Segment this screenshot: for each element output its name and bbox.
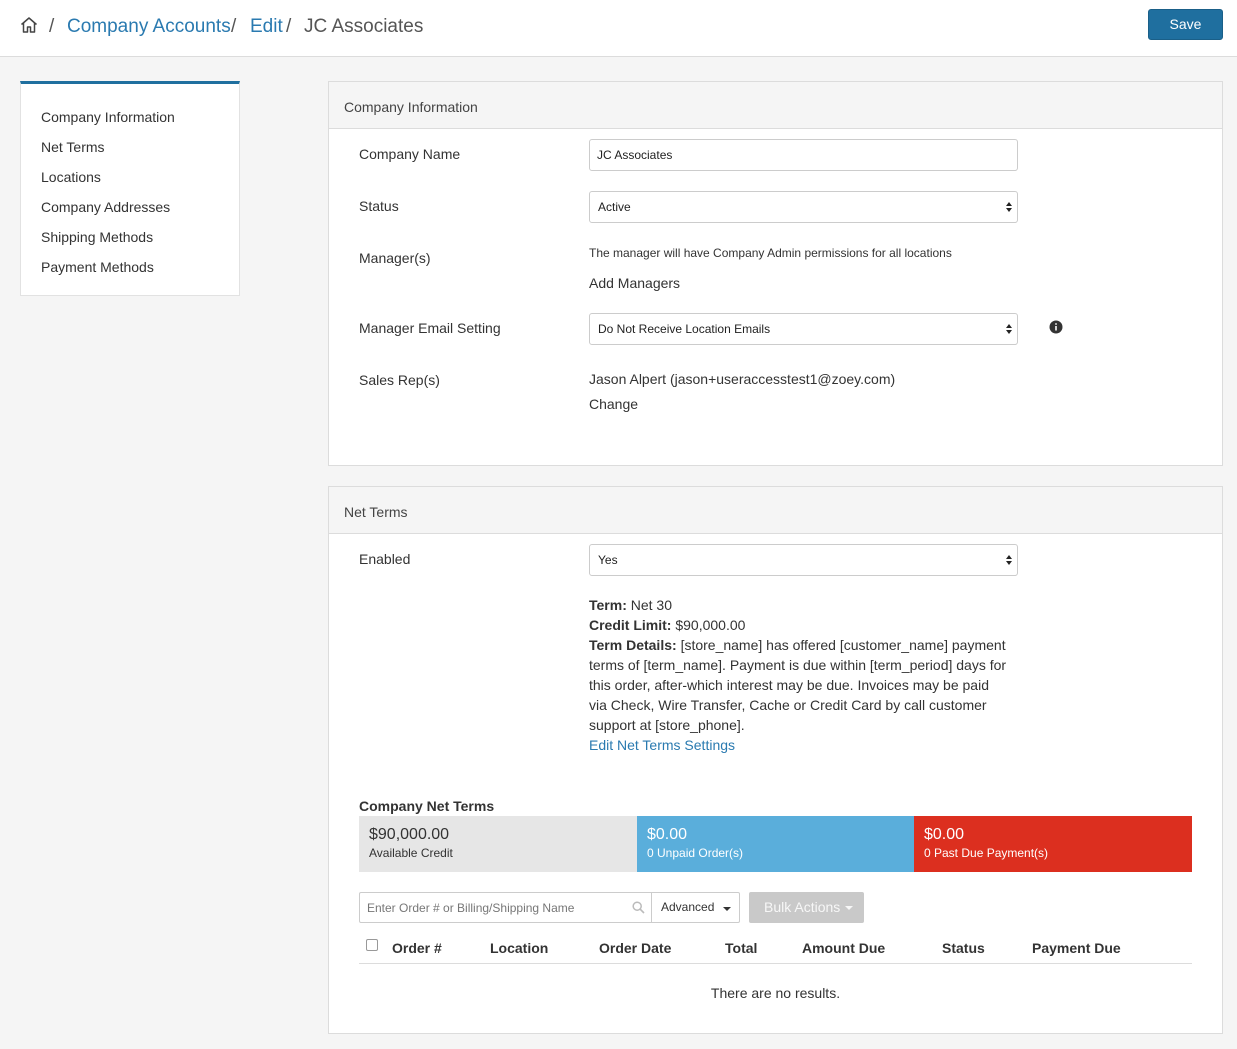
manager-email-select-value: Do Not Receive Location Emails <box>598 322 771 336</box>
edit-net-terms-settings-link[interactable]: Edit Net Terms Settings <box>589 735 1009 755</box>
sales-rep-value: Jason Alpert (jason+useraccesstest1@zoey… <box>589 371 896 387</box>
info-icon[interactable] <box>1049 320 1063 334</box>
advanced-label: Advanced <box>661 900 715 914</box>
save-button[interactable]: Save <box>1148 9 1223 40</box>
column-order-number[interactable]: Order # <box>392 939 442 957</box>
term-label: Term: <box>589 597 627 613</box>
home-icon[interactable] <box>19 15 39 35</box>
past-due-amount: $0.00 <box>924 826 965 843</box>
add-managers-link[interactable]: Add Managers <box>589 273 680 293</box>
panel-header: Net Terms <box>329 487 1222 534</box>
past-due-payments-tile[interactable]: $0.00 0 Past Due Payment(s) <box>914 816 1192 872</box>
company-information-panel: Company Information Company Name JC Asso… <box>328 81 1223 466</box>
net-terms-panel: Net Terms Enabled Yes Term: Net 30 Credi… <box>328 486 1223 1034</box>
status-label: Status <box>359 198 399 214</box>
empty-results-message: There are no results. <box>710 985 841 1001</box>
status-select[interactable]: Active <box>589 191 1018 223</box>
term-row: Term: Net 30 <box>589 595 1009 615</box>
past-due-label: 0 Past Due Payment(s) <box>924 846 1049 860</box>
enabled-select[interactable]: Yes <box>589 544 1018 576</box>
breadcrumb-company-accounts[interactable]: Company Accounts <box>67 15 231 39</box>
company-name-input[interactable]: JC Associates <box>589 139 1018 171</box>
unpaid-orders-tile[interactable]: $0.00 0 Unpaid Order(s) <box>637 816 914 872</box>
section-nav: Company Information Net Terms Locations … <box>20 81 240 296</box>
available-credit-label: Available Credit <box>369 846 453 860</box>
credit-limit-label: Credit Limit: <box>589 617 672 633</box>
breadcrumb-edit[interactable]: Edit <box>250 15 283 39</box>
unpaid-orders-amount: $0.00 <box>647 826 688 843</box>
enabled-select-value: Yes <box>598 553 618 567</box>
select-arrows-icon <box>1006 555 1012 565</box>
chevron-down-icon <box>723 907 731 911</box>
term-details-row: Term Details: [store_name] has offered [… <box>589 635 1009 735</box>
column-payment-due[interactable]: Payment Due <box>1032 939 1121 957</box>
nav-shipping-methods[interactable]: Shipping Methods <box>41 228 153 246</box>
sales-rep-label: Sales Rep(s) <box>359 372 440 388</box>
order-search-input[interactable] <box>360 893 625 922</box>
credit-limit-value: $90,000.00 <box>675 617 746 633</box>
panel-title: Company Information <box>344 99 478 115</box>
column-total[interactable]: Total <box>725 939 757 957</box>
net-terms-summary: Term: Net 30 Credit Limit: $90,000.00 Te… <box>589 595 1009 755</box>
table-divider <box>359 963 1192 964</box>
search-icon[interactable] <box>632 901 645 914</box>
available-credit-amount: $90,000.00 <box>369 826 450 843</box>
term-details-label: Term Details: <box>589 637 677 653</box>
chevron-down-icon <box>845 906 853 910</box>
credit-limit-row: Credit Limit: $90,000.00 <box>589 615 1009 635</box>
breadcrumb-separator: / <box>49 16 55 37</box>
nav-company-addresses[interactable]: Company Addresses <box>41 198 170 216</box>
manager-email-label: Manager Email Setting <box>359 320 501 336</box>
nav-company-information[interactable]: Company Information <box>41 108 175 126</box>
column-amount-due[interactable]: Amount Due <box>802 939 885 957</box>
column-order-date[interactable]: Order Date <box>599 939 671 957</box>
managers-note: The manager will have Company Admin perm… <box>589 246 952 260</box>
company-name-label: Company Name <box>359 146 461 162</box>
nav-locations[interactable]: Locations <box>41 168 101 186</box>
top-bar: / Company Accounts / Edit / JC Associate… <box>0 0 1237 57</box>
status-select-value: Active <box>598 200 631 214</box>
bulk-actions-button[interactable]: Bulk Actions <box>749 892 864 923</box>
select-arrows-icon <box>1006 324 1012 334</box>
panel-title: Net Terms <box>344 504 408 520</box>
order-search <box>359 892 652 923</box>
panel-header: Company Information <box>329 82 1222 129</box>
nav-payment-methods[interactable]: Payment Methods <box>41 258 154 276</box>
breadcrumb-current: JC Associates <box>304 16 424 37</box>
breadcrumb-separator: / <box>231 16 237 37</box>
manager-email-select[interactable]: Do Not Receive Location Emails <box>589 313 1018 345</box>
column-location[interactable]: Location <box>490 939 548 957</box>
company-net-terms-heading: Company Net Terms <box>359 798 495 814</box>
change-sales-rep-link[interactable]: Change <box>589 394 638 414</box>
unpaid-orders-label: 0 Unpaid Order(s) <box>647 846 744 860</box>
column-status[interactable]: Status <box>942 939 985 957</box>
managers-label: Manager(s) <box>359 250 431 266</box>
select-arrows-icon <box>1006 202 1012 212</box>
enabled-label: Enabled <box>359 551 411 567</box>
breadcrumb-separator: / <box>286 16 292 37</box>
bulk-actions-label: Bulk Actions <box>764 899 841 915</box>
select-all-checkbox[interactable] <box>366 939 378 951</box>
available-credit-tile: $90,000.00 Available Credit <box>359 816 637 872</box>
advanced-search-button[interactable]: Advanced <box>651 892 740 923</box>
nav-net-terms[interactable]: Net Terms <box>41 138 105 156</box>
term-value: Net 30 <box>630 597 672 613</box>
